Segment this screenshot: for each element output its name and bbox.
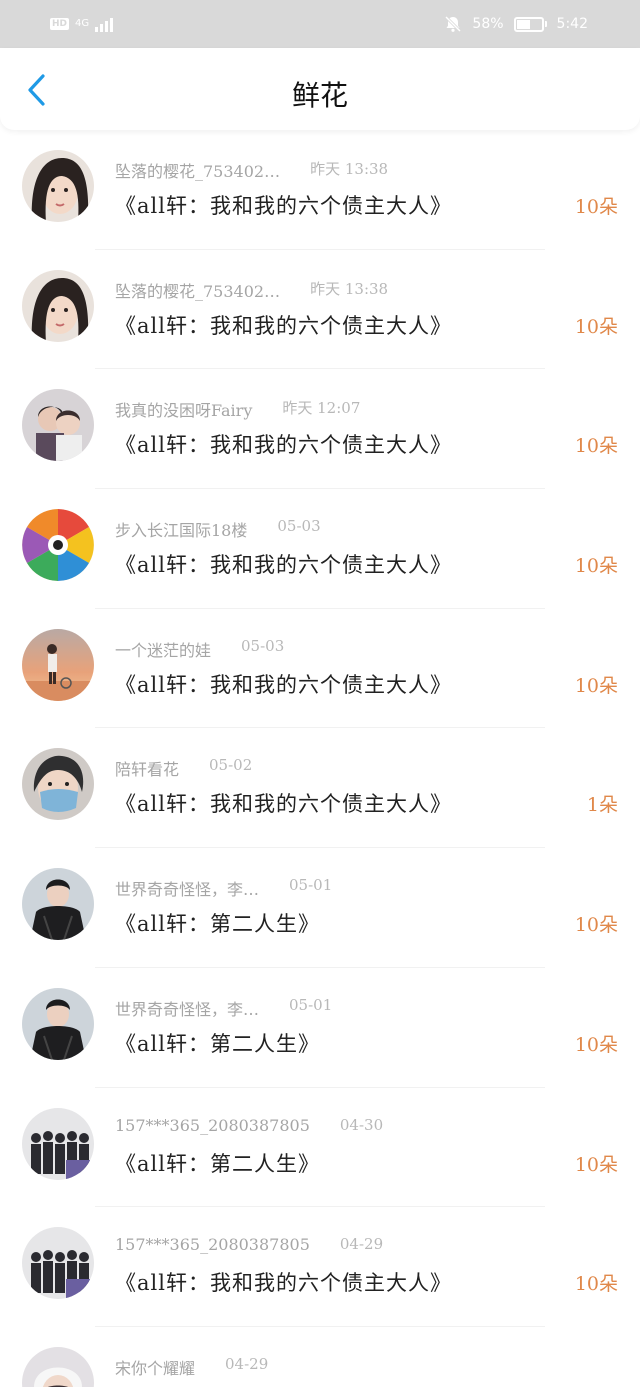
timestamp: 04-29 <box>339 1235 384 1254</box>
item-meta: 坠落的樱花_753402… 昨天 13:38 <box>115 158 388 182</box>
status-bar: HD 4G 58% 5:42 <box>0 0 640 48</box>
list-item[interactable]: 宋你个耀耀 04-29 <box>0 1327 640 1387</box>
book-title[interactable]: 《all轩：我和我的六个债主大人》 <box>115 310 452 340</box>
avatar[interactable] <box>22 509 94 582</box>
network-type: 4G <box>75 18 90 29</box>
item-meta: 157***365_2080387805 04-30 <box>115 1116 383 1135</box>
list-item[interactable]: 世界奇奇怪怪，李… 05-01 《all轩：第二人生》 10朵 <box>0 968 640 1088</box>
list-item[interactable]: 世界奇奇怪怪，李… 05-01 《all轩：第二人生》 10朵 <box>0 848 640 968</box>
list-item[interactable]: 坠落的樱花_753402… 昨天 13:38 《all轩：我和我的六个债主大人》 10… <box>0 130 640 250</box>
timestamp: 04-29 <box>225 1354 269 1373</box>
username[interactable]: 世界奇奇怪怪，李… <box>115 876 259 900</box>
book-title[interactable]: 《all轩：我和我的六个债主大人》 <box>115 1267 452 1297</box>
flower-count: 10朵 <box>574 196 618 218</box>
item-meta: 步入长江国际18楼 05-03 <box>115 517 321 541</box>
timestamp: 昨天 13:38 <box>310 279 389 298</box>
username[interactable]: 世界奇奇怪怪，李… <box>115 996 259 1020</box>
avatar[interactable] <box>22 628 94 701</box>
flower-count: 10朵 <box>574 1153 618 1176</box>
avatar[interactable] <box>22 1227 94 1300</box>
flower-count: 10朵 <box>574 1273 618 1296</box>
item-meta: 我真的没困呀Fairy 昨天 12:07 <box>115 397 360 421</box>
item-meta: 陪轩看花 05-02 <box>115 756 252 780</box>
timestamp: 05-01 <box>289 995 333 1014</box>
hd-badge: HD <box>50 18 70 30</box>
avatar[interactable] <box>22 1107 94 1180</box>
list-item[interactable]: 157***365_2080387805 04-29 《all轩：我和我的六个债主大… <box>0 1207 640 1327</box>
item-meta: 坠落的樱花_753402… 昨天 13:38 <box>115 278 388 302</box>
list-item[interactable]: 157***365_2080387805 04-30 《all轩：第二人生》 10朵 <box>0 1088 640 1208</box>
status-left: HD 4G <box>50 16 114 32</box>
book-title[interactable]: 《all轩：我和我的六个债主大人》 <box>115 549 452 579</box>
avatar[interactable] <box>22 868 94 941</box>
avatar[interactable] <box>22 269 94 342</box>
mute-bell-icon <box>445 15 462 33</box>
flower-count: 10朵 <box>574 435 618 458</box>
flower-count: 10朵 <box>574 315 618 338</box>
battery-icon <box>513 16 547 32</box>
avatar[interactable] <box>22 1346 94 1387</box>
username[interactable]: 157***365_2080387805 <box>115 1116 310 1135</box>
flower-count: 10朵 <box>574 914 618 937</box>
avatar[interactable] <box>22 748 94 821</box>
avatar[interactable] <box>22 150 94 222</box>
battery-percent: 58% <box>472 16 504 32</box>
book-title[interactable]: 《all轩：我和我的六个债主大人》 <box>115 669 452 699</box>
timestamp: 05-01 <box>289 876 333 895</box>
page-title: 鲜花 <box>291 79 348 112</box>
username[interactable]: 一个迷茫的娃 <box>115 637 211 661</box>
nav-bar: 鲜花 <box>0 48 640 130</box>
username[interactable]: 坠落的樱花_753402… <box>115 158 280 182</box>
username[interactable]: 陪轩看花 <box>115 756 179 780</box>
item-meta: 一个迷茫的娃 05-03 <box>115 637 284 661</box>
book-title[interactable]: 《all轩：第二人生》 <box>115 1028 320 1058</box>
timestamp: 05-03 <box>277 517 321 536</box>
timestamp: 05-03 <box>241 636 285 655</box>
timestamp: 昨天 13:38 <box>310 160 389 178</box>
list-item[interactable]: 坠落的樱花_753402… 昨天 13:38 《all轩：我和我的六个债主大人》 10… <box>0 250 640 370</box>
flower-count: 10朵 <box>574 1033 618 1056</box>
book-title[interactable]: 《all轩：我和我的六个债主大人》 <box>115 190 452 220</box>
flower-count: 1朵 <box>586 794 618 817</box>
signal-icon <box>95 16 114 32</box>
timestamp: 昨天 12:07 <box>282 399 361 418</box>
item-meta: 世界奇奇怪怪，李… 05-01 <box>115 996 332 1020</box>
book-title[interactable]: 《all轩：我和我的六个债主大人》 <box>115 788 452 818</box>
username[interactable]: 步入长江国际18楼 <box>115 517 247 541</box>
avatar[interactable] <box>22 987 94 1060</box>
avatar[interactable] <box>22 389 94 462</box>
username[interactable]: 我真的没困呀Fairy <box>115 397 252 421</box>
timestamp: 04-30 <box>339 1115 384 1134</box>
list-item[interactable]: 我真的没困呀Fairy 昨天 12:07 《all轩：我和我的六个债主大人》 10朵 <box>0 369 640 490</box>
item-meta: 世界奇奇怪怪，李… 05-01 <box>115 876 332 900</box>
book-title[interactable]: 《all轩：我和我的六个债主大人》 <box>115 429 452 459</box>
flower-count: 10朵 <box>574 674 618 697</box>
username[interactable]: 宋你个耀耀 <box>115 1355 195 1379</box>
book-title[interactable]: 《all轩：第二人生》 <box>115 1148 320 1178</box>
list-item[interactable]: 步入长江国际18楼 05-03 《all轩：我和我的六个债主大人》 10朵 <box>0 489 640 609</box>
item-meta: 宋你个耀耀 04-29 <box>115 1355 268 1379</box>
username[interactable]: 坠落的樱花_753402… <box>115 278 280 302</box>
clock: 5:42 <box>556 16 588 32</box>
timestamp: 05-02 <box>209 756 253 775</box>
username[interactable]: 157***365_2080387805 <box>115 1235 310 1254</box>
flower-count: 10朵 <box>574 555 618 578</box>
book-title[interactable]: 《all轩：第二人生》 <box>115 908 320 938</box>
item-meta: 157***365_2080387805 04-29 <box>115 1235 383 1254</box>
flower-list: 坠落的樱花_753402… 昨天 13:38 《all轩：我和我的六个债主大人》 10… <box>0 130 640 1387</box>
list-item[interactable]: 陪轩看花 05-02 《all轩：我和我的六个债主大人》 1朵 <box>0 728 640 849</box>
status-right: 58% 5:42 <box>444 15 588 33</box>
list-item[interactable]: 一个迷茫的娃 05-03 《all轩：我和我的六个债主大人》 10朵 <box>0 609 640 729</box>
